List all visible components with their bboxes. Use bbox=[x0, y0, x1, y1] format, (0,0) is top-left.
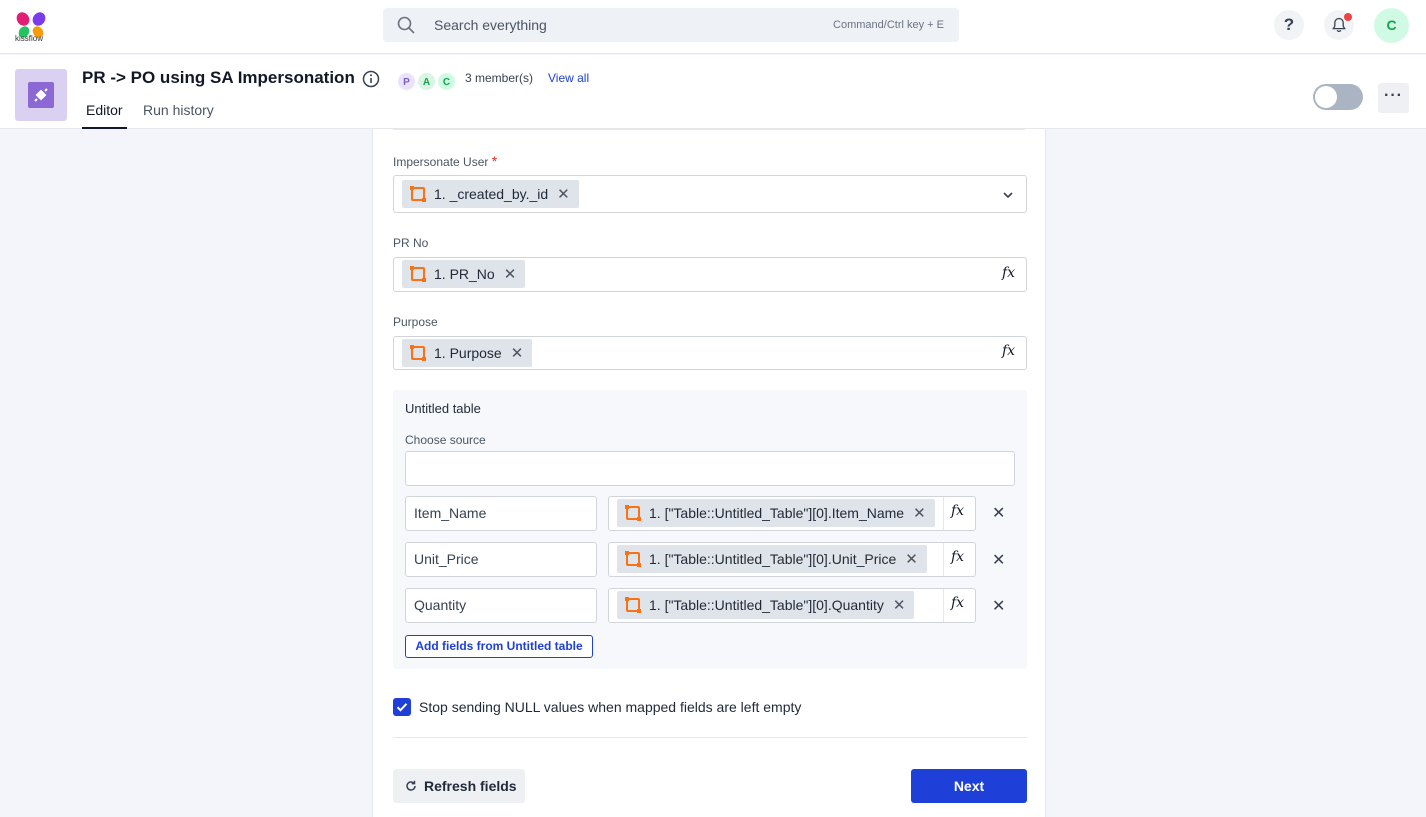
mapped-field-chip: 1. _created_by._id ✕ bbox=[402, 180, 579, 208]
mapped-field-chip: 1. ["Table::Untitled_Table"][0].Quantity… bbox=[617, 591, 915, 619]
chip-label: 1. ["Table::Untitled_Table"][0].Quantity bbox=[649, 597, 884, 613]
top-bar: kissflow Search everything Command/Ctrl … bbox=[0, 0, 1426, 54]
logo-text: kissflow bbox=[15, 34, 44, 43]
user-avatar[interactable]: C bbox=[1374, 8, 1409, 43]
chip-label: 1. ["Table::Untitled_Table"][0].Unit_Pri… bbox=[649, 551, 897, 567]
remove-row-icon[interactable]: ✕ bbox=[992, 503, 1005, 523]
required-marker: * bbox=[491, 153, 498, 169]
tab-run-history[interactable]: Run history bbox=[143, 102, 214, 118]
pr-no-label: PR No bbox=[393, 236, 429, 250]
view-all-link[interactable]: View all bbox=[548, 71, 589, 85]
formula-icon[interactable]: 𝑓𝑥 bbox=[951, 595, 964, 611]
formula-cell[interactable]: 𝑓𝑥 bbox=[943, 589, 975, 622]
purpose-label: Purpose bbox=[393, 315, 438, 329]
null-values-label: Stop sending NULL values when mapped fie… bbox=[419, 699, 802, 715]
member-count: 3 member(s) bbox=[465, 71, 534, 85]
tab-editor[interactable]: Editor bbox=[86, 102, 123, 118]
flow-title: PR -> PO using SA Impersonation bbox=[82, 68, 355, 87]
purpose-field[interactable]: 1. Purpose ✕ 𝑓𝑥 bbox=[393, 336, 1027, 370]
table-field-value[interactable]: 1. ["Table::Untitled_Table"][0].Quantity… bbox=[608, 588, 976, 623]
mapped-field-chip: 1. ["Table::Untitled_Table"][0].Item_Nam… bbox=[617, 499, 935, 527]
refresh-fields-label: Refresh fields bbox=[424, 778, 517, 794]
member-avatar: A bbox=[417, 72, 436, 91]
add-fields-button[interactable]: Add fields from Untitled table bbox=[405, 635, 593, 658]
help-button[interactable]: ? bbox=[1274, 10, 1304, 40]
flow-header: PR -> PO using SA Impersonation P A C 3 … bbox=[0, 55, 1426, 129]
mapped-field-chip: 1. PR_No ✕ bbox=[402, 260, 526, 288]
source-step-icon bbox=[625, 551, 641, 567]
refresh-fields-button[interactable]: Refresh fields bbox=[393, 769, 525, 803]
formula-icon[interactable]: 𝑓𝑥 bbox=[1002, 343, 1015, 359]
table-field-name[interactable]: Quantity bbox=[405, 588, 597, 623]
remove-row-icon[interactable]: ✕ bbox=[992, 550, 1005, 570]
mapped-field-chip: 1. Purpose ✕ bbox=[402, 339, 533, 367]
formula-icon[interactable]: 𝑓𝑥 bbox=[1002, 265, 1015, 281]
flow-enable-toggle[interactable] bbox=[1313, 84, 1363, 110]
remove-chip-icon[interactable]: ✕ bbox=[893, 596, 906, 614]
source-step-icon bbox=[625, 505, 641, 521]
action-config-panel: Impersonate User * 1. _created_by._id ✕ … bbox=[372, 129, 1046, 817]
remove-chip-icon[interactable]: ✕ bbox=[511, 344, 524, 362]
member-avatar: P bbox=[397, 72, 416, 91]
chip-label: 1. ["Table::Untitled_Table"][0].Item_Nam… bbox=[649, 505, 905, 521]
table-field-value[interactable]: 1. ["Table::Untitled_Table"][0].Unit_Pri… bbox=[608, 542, 976, 577]
search-icon bbox=[397, 16, 415, 34]
table-mapping-section: Untitled table Choose source Item_Name 1… bbox=[393, 390, 1027, 669]
table-field-value[interactable]: 1. ["Table::Untitled_Table"][0].Item_Nam… bbox=[608, 496, 976, 531]
formula-icon[interactable]: 𝑓𝑥 bbox=[951, 503, 964, 519]
more-options-button[interactable]: ··· bbox=[1378, 83, 1409, 113]
source-step-icon bbox=[410, 266, 426, 282]
plug-icon bbox=[28, 82, 54, 108]
divider bbox=[393, 737, 1027, 738]
chevron-down-icon[interactable] bbox=[1001, 188, 1015, 202]
search-placeholder: Search everything bbox=[434, 17, 547, 33]
impersonate-user-label: Impersonate User * bbox=[393, 153, 497, 169]
pr-no-field[interactable]: 1. PR_No ✕ 𝑓𝑥 bbox=[393, 257, 1027, 292]
formula-cell[interactable]: 𝑓𝑥 bbox=[943, 543, 975, 576]
notification-dot bbox=[1344, 13, 1352, 21]
checkmark-icon bbox=[396, 703, 408, 712]
remove-chip-icon[interactable]: ✕ bbox=[905, 550, 918, 568]
flow-icon bbox=[15, 69, 67, 121]
chip-label: 1. _created_by._id bbox=[434, 186, 549, 202]
remove-chip-icon[interactable]: ✕ bbox=[913, 504, 926, 522]
impersonate-user-label-text: Impersonate User bbox=[393, 155, 489, 169]
divider bbox=[393, 129, 1025, 130]
table-field-name[interactable]: Unit_Price bbox=[405, 542, 597, 577]
table-field-name[interactable]: Item_Name bbox=[405, 496, 597, 531]
mapped-field-chip: 1. ["Table::Untitled_Table"][0].Unit_Pri… bbox=[617, 545, 927, 573]
info-icon[interactable] bbox=[362, 70, 380, 88]
impersonate-user-select[interactable]: 1. _created_by._id ✕ bbox=[393, 175, 1027, 213]
remove-row-icon[interactable]: ✕ bbox=[992, 596, 1005, 616]
refresh-icon bbox=[406, 780, 416, 791]
chip-label: 1. Purpose bbox=[434, 345, 502, 361]
remove-chip-icon[interactable]: ✕ bbox=[557, 185, 570, 203]
source-step-icon bbox=[625, 597, 641, 613]
toggle-knob bbox=[1315, 86, 1337, 108]
global-search[interactable]: Search everything Command/Ctrl key + E bbox=[383, 8, 959, 42]
source-step-icon bbox=[410, 186, 426, 202]
active-tab-indicator bbox=[82, 127, 127, 129]
remove-chip-icon[interactable]: ✕ bbox=[504, 265, 517, 283]
table-title: Untitled table bbox=[405, 401, 481, 416]
formula-icon[interactable]: 𝑓𝑥 bbox=[951, 549, 964, 565]
notifications-button[interactable] bbox=[1324, 10, 1354, 40]
formula-cell[interactable]: 𝑓𝑥 bbox=[943, 497, 975, 530]
choose-source-input[interactable] bbox=[405, 451, 1015, 486]
search-shortcut-hint: Command/Ctrl key + E bbox=[833, 19, 944, 31]
next-button[interactable]: Next bbox=[911, 769, 1027, 803]
choose-source-label: Choose source bbox=[405, 433, 486, 447]
chip-label: 1. PR_No bbox=[434, 266, 495, 282]
source-step-icon bbox=[410, 345, 426, 361]
null-values-checkbox[interactable] bbox=[393, 698, 411, 716]
member-avatar: C bbox=[437, 72, 456, 91]
